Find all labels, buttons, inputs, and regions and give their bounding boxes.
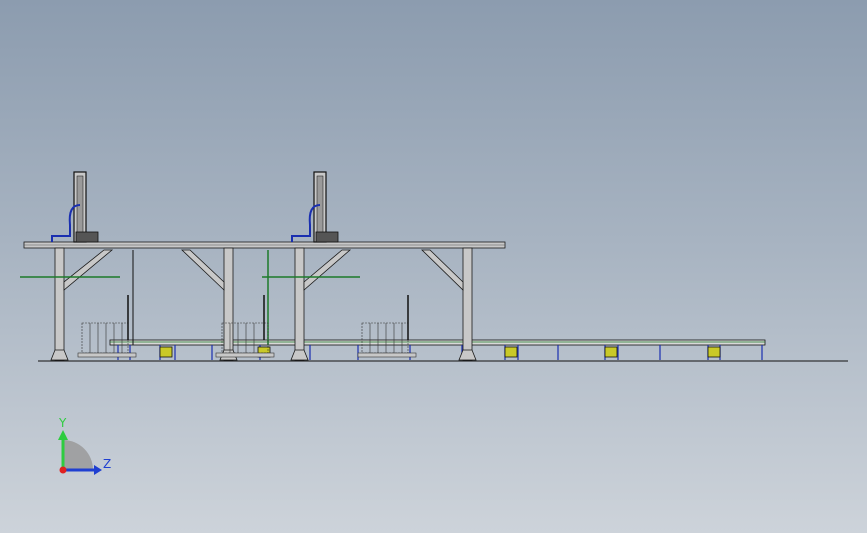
- gantry-robot-1: [51, 171, 99, 243]
- y-axis-label: Y: [58, 416, 67, 430]
- gantry-robot-2: [291, 171, 339, 243]
- drive-motor: [707, 346, 721, 358]
- drive-motor: [604, 346, 618, 358]
- axis-triad: Y Z: [58, 416, 111, 475]
- assembly-side-view: Y Z: [20, 171, 848, 475]
- workpiece-cart-3: [357, 295, 417, 358]
- cad-viewport[interactable]: Y Z: [0, 0, 867, 533]
- drive-motor: [504, 346, 518, 358]
- workpiece-cart-1: [77, 295, 137, 358]
- conveyor: [109, 339, 766, 360]
- drive-motor: [159, 346, 173, 358]
- side-platforms: [20, 250, 360, 345]
- triad-origin: [59, 466, 67, 474]
- triad-quadrant: [63, 440, 93, 470]
- z-axis-label: Z: [103, 457, 111, 471]
